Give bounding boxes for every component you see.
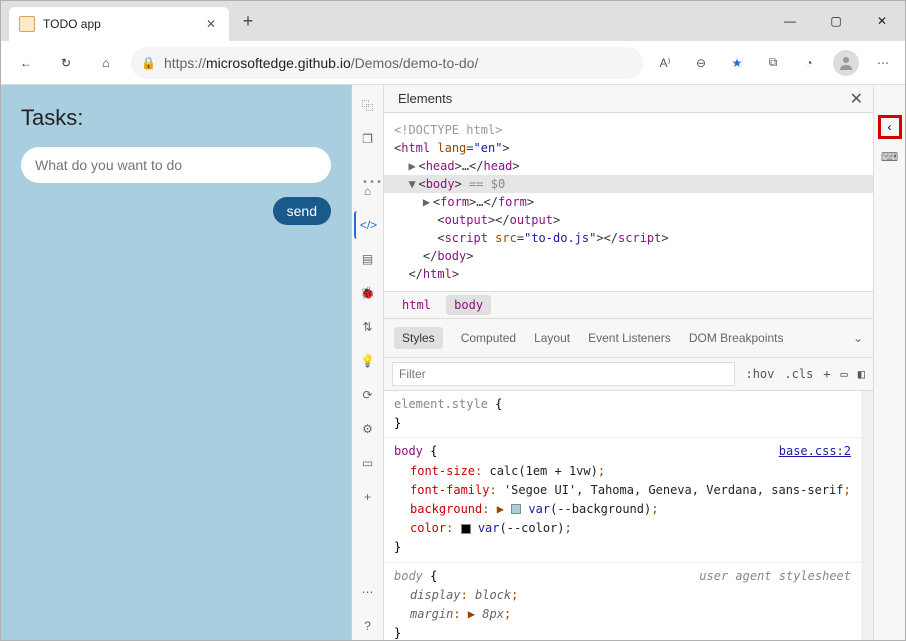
performance-icon[interactable]: ◔ bbox=[797, 51, 821, 75]
collections-icon[interactable]: ⧉ bbox=[761, 51, 785, 75]
read-aloud-icon[interactable]: A⁾ bbox=[653, 51, 677, 75]
dom-output[interactable]: <output></output> bbox=[394, 211, 863, 229]
titlebar: TODO app ✕ + — ▢ ✕ bbox=[1, 1, 905, 41]
source-link[interactable]: base.css:2 bbox=[779, 442, 851, 461]
browser-toolbar: ← ↻ ⌂ 🔒 https://microsoftedge.github.io/… bbox=[1, 41, 905, 85]
new-rule-icon[interactable]: + bbox=[823, 367, 830, 381]
device-icon[interactable]: ❐ bbox=[354, 125, 382, 153]
styles-tabs: Styles Computed Layout Event Listeners D… bbox=[384, 318, 873, 358]
devtools-main: Elements ✕ <!DOCTYPE html> <html lang="e… bbox=[384, 85, 873, 640]
breadcrumb: html body bbox=[384, 291, 873, 318]
url-text: https://microsoftedge.github.io/Demos/de… bbox=[164, 55, 478, 71]
content-area: Tasks: send ⿻ ❐ ⌂ </> ▤ 🐞 ⇅ 💡 ⟳ ⚙ ▭ + ⋯ bbox=[1, 85, 905, 640]
devtools: ⿻ ❐ ⌂ </> ▤ 🐞 ⇅ 💡 ⟳ ⚙ ▭ + ⋯ ? Elemen bbox=[351, 85, 905, 640]
avatar[interactable] bbox=[833, 50, 859, 76]
breadcrumb-html[interactable]: html bbox=[394, 295, 439, 315]
zoom-icon[interactable]: ⊖ bbox=[689, 51, 713, 75]
issues-icon[interactable]: ⌨ bbox=[878, 145, 902, 169]
computed-toggle-icon[interactable]: ▭ bbox=[841, 367, 848, 381]
dom-body-close[interactable]: </body> bbox=[394, 247, 863, 265]
dom-form[interactable]: ▶<form>…</form> bbox=[394, 193, 863, 211]
more-tabs-icon[interactable]: + bbox=[354, 483, 382, 511]
styles-pane[interactable]: element.style {} base.css:2 body { font-… bbox=[384, 391, 861, 640]
elements-icon[interactable]: </> bbox=[354, 211, 382, 239]
filter-input[interactable] bbox=[392, 362, 735, 386]
maximize-button[interactable]: ▢ bbox=[813, 5, 859, 37]
dom-script[interactable]: <script src="to-do.js"></script> bbox=[394, 229, 863, 247]
browser-window: TODO app ✕ + — ▢ ✕ ← ↻ ⌂ 🔒 https://micro… bbox=[0, 0, 906, 641]
favorite-icon[interactable]: ★ bbox=[725, 51, 749, 75]
task-input[interactable] bbox=[21, 147, 331, 183]
tab-computed[interactable]: Computed bbox=[461, 331, 516, 345]
dom-tree[interactable]: <!DOCTYPE html> <html lang="en"> ▶<head>… bbox=[384, 113, 873, 291]
browser-tab[interactable]: TODO app ✕ bbox=[9, 7, 229, 41]
toolbar-right: A⁾ ⊖ ★ ⧉ ◔ ⋯ bbox=[653, 50, 895, 76]
rendering-icon[interactable]: ◧ bbox=[858, 367, 865, 381]
address-bar[interactable]: 🔒 https://microsoftedge.github.io/Demos/… bbox=[131, 47, 643, 79]
tab-event-listeners[interactable]: Event Listeners bbox=[588, 331, 671, 345]
elements-tab-label[interactable]: Elements bbox=[394, 85, 456, 112]
scrollbar[interactable] bbox=[861, 391, 873, 640]
send-button[interactable]: send bbox=[273, 197, 331, 225]
hov-toggle[interactable]: :hov bbox=[745, 367, 774, 381]
help-icon[interactable]: ? bbox=[354, 612, 382, 640]
activity-bar: ⿻ ❐ ⌂ </> ▤ 🐞 ⇅ 💡 ⟳ ⚙ ▭ + ⋯ ? bbox=[352, 85, 384, 640]
performance-tab-icon[interactable]: 💡 bbox=[354, 347, 382, 375]
dom-body-selected[interactable]: ▼<body> == $0 bbox=[384, 175, 873, 193]
chevron-down-icon[interactable]: ⌄ bbox=[853, 331, 863, 345]
memory-icon[interactable]: ⟳ bbox=[354, 381, 382, 409]
right-rail: ‹ ⌨ bbox=[873, 85, 905, 640]
breadcrumb-body[interactable]: body bbox=[446, 295, 491, 315]
sources-icon[interactable]: 🐞 bbox=[354, 279, 382, 307]
tab-favicon bbox=[19, 16, 35, 32]
webpage: Tasks: send bbox=[1, 85, 351, 640]
devtools-close-icon[interactable]: ✕ bbox=[850, 89, 863, 109]
lock-icon: 🔒 bbox=[141, 56, 156, 70]
new-tab-button[interactable]: + bbox=[233, 6, 263, 36]
tab-title: TODO app bbox=[43, 17, 195, 31]
window-controls: — ▢ ✕ bbox=[767, 5, 905, 37]
filter-bar: :hov .cls + ▭ ◧ bbox=[384, 358, 873, 391]
dom-html-open[interactable]: <html lang="en"> bbox=[394, 139, 863, 157]
more-tools-icon[interactable]: ⋯ bbox=[354, 578, 382, 606]
tab-layout[interactable]: Layout bbox=[534, 331, 570, 345]
cls-toggle[interactable]: .cls bbox=[784, 367, 813, 381]
home-button[interactable]: ⌂ bbox=[91, 48, 121, 78]
refresh-button[interactable]: ↻ bbox=[51, 48, 81, 78]
console-icon[interactable]: ▤ bbox=[354, 245, 382, 273]
rule-element-style[interactable]: element.style {} bbox=[384, 391, 861, 438]
inspect-icon[interactable]: ⿻ bbox=[354, 91, 382, 119]
network-icon[interactable]: ⇅ bbox=[354, 313, 382, 341]
tab-dom-breakpoints[interactable]: DOM Breakpoints bbox=[689, 331, 784, 345]
back-button[interactable]: ← bbox=[11, 48, 41, 78]
dom-doctype[interactable]: <!DOCTYPE html> bbox=[394, 121, 863, 139]
dom-head[interactable]: ▶<head>…</head> bbox=[394, 157, 863, 175]
close-icon[interactable]: ✕ bbox=[203, 16, 219, 32]
close-window-button[interactable]: ✕ bbox=[859, 5, 905, 37]
ua-label: user agent stylesheet bbox=[699, 567, 851, 586]
minimize-button[interactable]: — bbox=[767, 5, 813, 37]
devtools-header: Elements ✕ bbox=[384, 85, 873, 113]
dom-html-close[interactable]: </html> bbox=[394, 265, 863, 283]
application-icon[interactable]: ⚙ bbox=[354, 415, 382, 443]
rule-user-agent[interactable]: user agent stylesheet body { display: bl… bbox=[384, 563, 861, 641]
tab-styles[interactable]: Styles bbox=[394, 327, 443, 349]
expand-activity-bar-button[interactable]: ‹ bbox=[878, 115, 902, 139]
rule-body[interactable]: base.css:2 body { font-size: calc(1em + … bbox=[384, 438, 861, 562]
page-heading: Tasks: bbox=[21, 105, 331, 131]
more-icon[interactable]: ⋯ bbox=[871, 51, 895, 75]
security-icon[interactable]: ▭ bbox=[354, 449, 382, 477]
